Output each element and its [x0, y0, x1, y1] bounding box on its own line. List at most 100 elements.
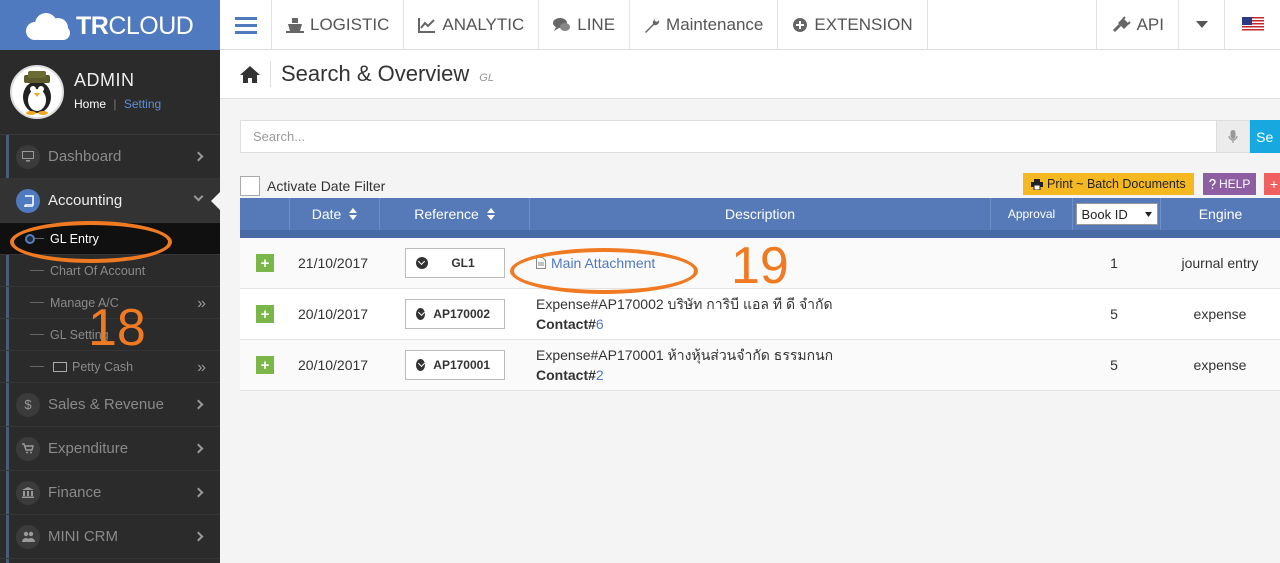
annotation-ellipse-18 [10, 221, 172, 263]
row-book-id: 1 [1110, 255, 1118, 271]
book-icon [16, 188, 40, 213]
row-book-id: 5 [1110, 357, 1118, 373]
sidebar-item-accounting[interactable]: Accounting [0, 179, 220, 223]
annotation-label-18: 18 [88, 299, 146, 357]
reference-label: AP170002 [433, 307, 490, 321]
help-label: HELP [1219, 177, 1251, 191]
expand-row-button[interactable]: + [256, 305, 274, 323]
chevron-right-icon [193, 443, 204, 454]
nav-logistic[interactable]: LOGISTIC [272, 0, 405, 49]
comments-icon [553, 17, 571, 31]
header-engine-label: Engine [1198, 206, 1243, 222]
contact-label: Contact# [536, 367, 596, 383]
header-book: Book ID [1073, 198, 1161, 230]
link-separator: | [113, 96, 117, 111]
nav-api[interactable]: API [1095, 0, 1178, 49]
sort-icon [486, 208, 495, 220]
page-title: Search & Overview [281, 61, 470, 86]
nav-line-label: LINE [577, 14, 616, 34]
id-card-icon [53, 361, 67, 372]
book-id-select[interactable]: Book ID [1075, 203, 1158, 225]
row-engine: expense [1193, 306, 1247, 322]
expand-row-button[interactable]: + [256, 254, 274, 272]
microphone-icon [1228, 129, 1238, 143]
table-row: + 20/10/2017 AP170001 Expense#AP170001 ห… [240, 340, 1280, 391]
nav-maintenance-label: Maintenance [666, 14, 764, 34]
sidebar-item-sales-revenue[interactable]: $ Sales & Revenue [0, 383, 220, 427]
help-button[interactable]: HELP [1203, 173, 1257, 195]
row-engine: journal entry [1181, 255, 1259, 271]
reference-button[interactable]: AP170002 [405, 299, 505, 329]
contact-label: Contact# [536, 316, 596, 332]
nav-maintenance[interactable]: Maintenance [630, 0, 779, 49]
row-engine: expense [1193, 357, 1247, 373]
annotation-ellipse-19 [510, 248, 698, 294]
nav-extension[interactable]: EXTENSION [778, 0, 928, 49]
sidebar-subitem-label: Petty Cash [72, 359, 134, 374]
expand-row-button[interactable]: + [256, 356, 274, 374]
row-date: 21/10/2017 [298, 255, 369, 271]
reference-label: GL1 [451, 256, 475, 270]
voice-search-button[interactable] [1217, 120, 1251, 153]
reference-label: AP170001 [433, 358, 490, 372]
chevron-right-icon [193, 531, 204, 542]
sidebar-item-mini-crm[interactable]: MINI CRM [0, 515, 220, 559]
sidebar-item-label: Sales & Revenue [48, 396, 164, 413]
chevron-circle-down-icon [416, 359, 426, 371]
print-batch-label: Print ~ Batch Documents [1047, 177, 1186, 191]
search-bar: Se [240, 120, 1280, 153]
dropdown-toggle[interactable] [1178, 0, 1224, 49]
sidebar-item-expenditure[interactable]: Expenditure [0, 427, 220, 471]
caret-down-icon [1195, 20, 1208, 28]
profile-links: Home | Setting [74, 97, 161, 111]
date-filter-toggle[interactable]: Activate Date Filter [240, 176, 385, 196]
sidebar-item-dashboard[interactable]: Dashboard [0, 135, 220, 179]
header-approval-label: Approval [1007, 207, 1056, 221]
nav-analytic[interactable]: ANALYTIC [404, 0, 540, 49]
sort-icon [349, 208, 358, 220]
select-caret-icon [1144, 211, 1152, 217]
avatar[interactable] [10, 65, 64, 119]
contact-link[interactable]: 2 [596, 367, 604, 383]
book-id-select-value: Book ID [1081, 206, 1128, 222]
nav-analytic-label: ANALYTIC [442, 14, 525, 34]
language-selector[interactable] [1224, 0, 1280, 49]
date-filter-checkbox[interactable] [240, 176, 260, 196]
cloud-icon [26, 10, 74, 40]
menu-toggle-button[interactable] [220, 0, 272, 49]
setting-link[interactable]: Setting [124, 97, 161, 111]
search-button[interactable]: Se [1250, 120, 1280, 153]
reference-button[interactable]: AP170001 [405, 350, 505, 380]
double-chevron-right-icon: » [197, 359, 206, 376]
row-date: 20/10/2017 [298, 357, 369, 373]
home-link[interactable]: Home [74, 97, 106, 111]
print-batch-button[interactable]: Print ~ Batch Documents [1023, 173, 1194, 195]
double-chevron-right-icon: » [197, 295, 206, 312]
bank-icon [16, 480, 40, 505]
contact-link[interactable]: 6 [596, 316, 604, 332]
monitor-icon [16, 144, 40, 169]
dollar-icon: $ [16, 392, 40, 417]
header-reference-label: Reference [414, 206, 479, 222]
nav-line[interactable]: LINE [539, 0, 631, 49]
us-flag-icon [1241, 17, 1264, 32]
search-input[interactable] [240, 120, 1218, 153]
reference-button[interactable]: GL1 [405, 248, 505, 278]
nav-api-label: API [1136, 14, 1164, 34]
profile-info: ADMIN Home | Setting [74, 70, 161, 111]
home-icon[interactable] [240, 65, 260, 83]
table-header: Date Reference Description Approval Book… [240, 198, 1280, 238]
header-reference[interactable]: Reference [380, 198, 530, 230]
brand-logo[interactable]: TRCLOUD [0, 0, 220, 50]
header-date[interactable]: Date [290, 198, 380, 230]
add-button[interactable]: + [1264, 173, 1280, 195]
top-navbar: LOGISTIC ANALYTIC LINE Maintenance EXTEN… [220, 0, 1280, 50]
page-header: Search & Overview GL [220, 50, 1280, 99]
sidebar-item-label: MINI CRM [48, 528, 118, 545]
hamburger-icon [234, 16, 257, 34]
print-icon [1031, 178, 1043, 190]
page-subtitle: GL [479, 72, 494, 84]
date-filter-label: Activate Date Filter [267, 178, 386, 194]
sidebar-item-finance[interactable]: Finance [0, 471, 220, 515]
chevron-right-icon [193, 399, 204, 410]
